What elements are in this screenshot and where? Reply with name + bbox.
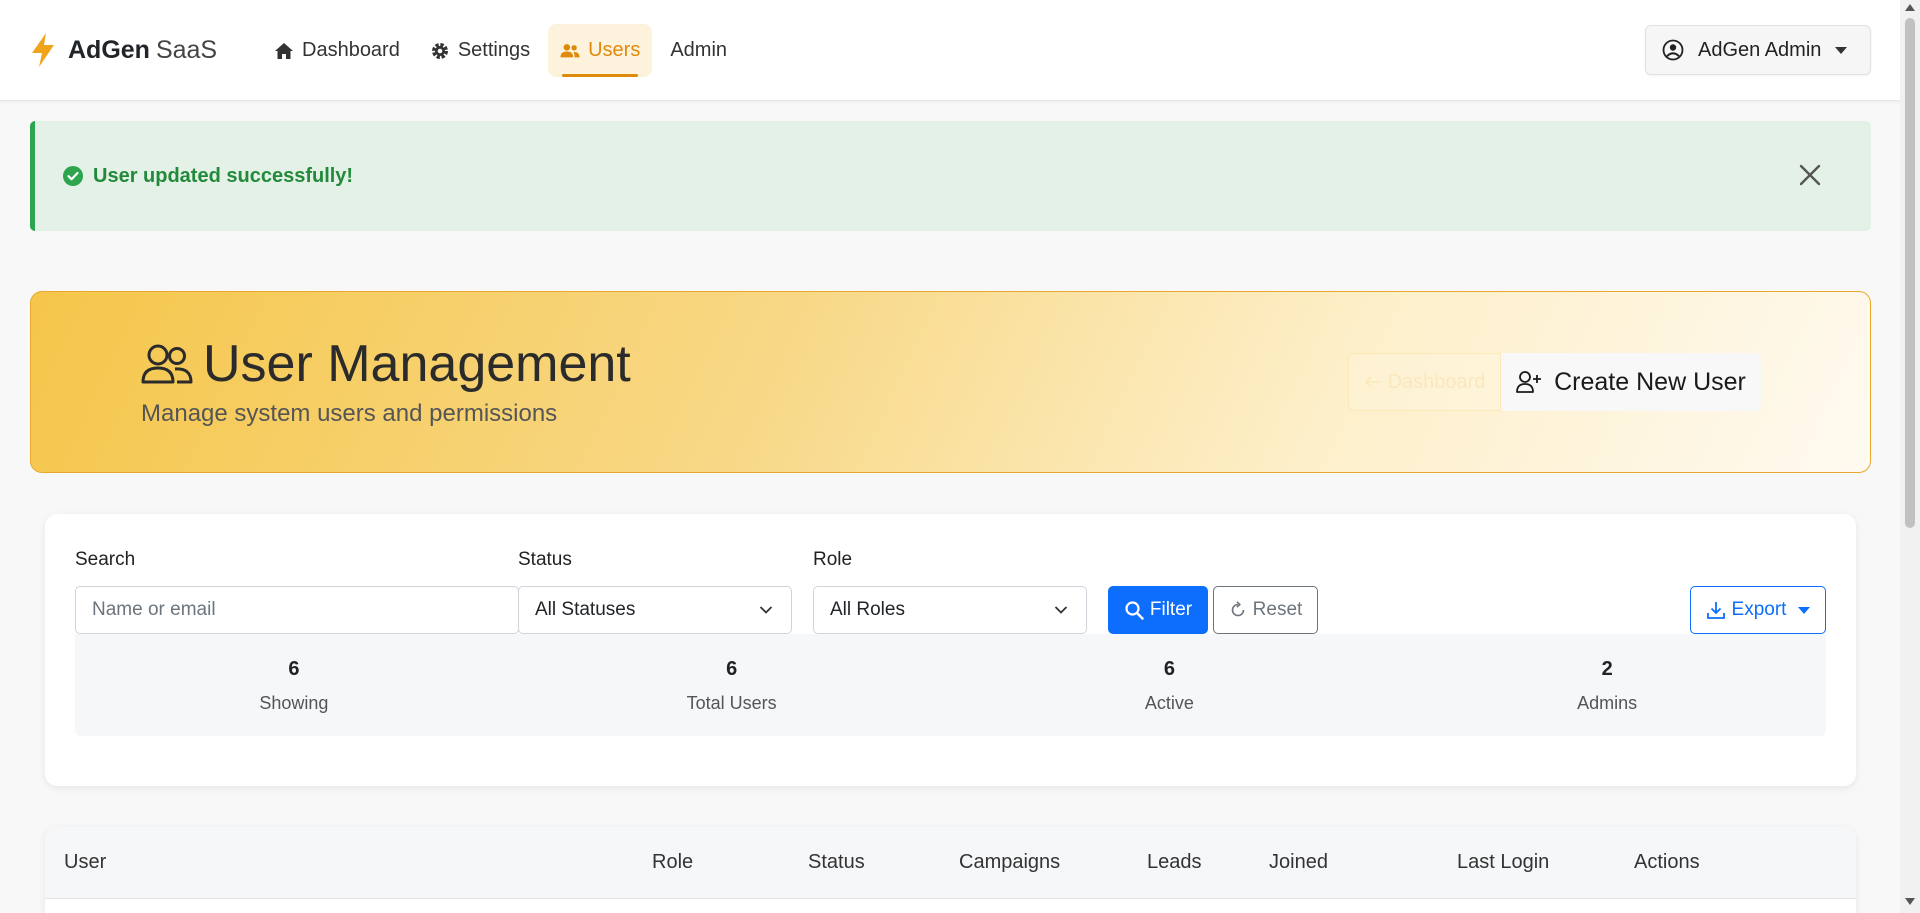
reset-button-label: Reset bbox=[1252, 599, 1303, 620]
page-header-banner: User Management Manage system users and … bbox=[30, 291, 1871, 473]
main-nav: Dashboard Settings Users Admin bbox=[262, 24, 745, 77]
column-header-joined[interactable]: Joined bbox=[1269, 851, 1328, 874]
search-label: Search bbox=[75, 549, 136, 570]
arrow-left-icon bbox=[1364, 376, 1381, 388]
stat-active: 6 Active bbox=[951, 634, 1389, 736]
users-outline-icon bbox=[141, 344, 193, 384]
scroll-up-arrow-icon[interactable] bbox=[1905, 4, 1915, 11]
create-user-label: Create New User bbox=[1554, 367, 1746, 396]
stat-label: Total Users bbox=[686, 693, 777, 713]
column-header-user[interactable]: User bbox=[64, 851, 106, 874]
page-title: User Management bbox=[141, 334, 631, 394]
stat-label: Active bbox=[1144, 693, 1194, 713]
search-icon bbox=[1125, 601, 1144, 620]
nav-item-label: Settings bbox=[457, 39, 531, 61]
search-input[interactable]: Name or email bbox=[75, 586, 519, 634]
nav-item-label: Dashboard bbox=[302, 39, 400, 61]
status-select[interactable]: All Statuses bbox=[518, 586, 792, 634]
chevron-down-icon bbox=[1798, 606, 1811, 614]
table-header: User Role Status Campaigns Leads Joined … bbox=[45, 827, 1856, 899]
lightning-bolt-icon bbox=[32, 33, 54, 67]
gear-icon bbox=[431, 42, 448, 59]
home-icon bbox=[275, 42, 293, 59]
nav-item-users[interactable]: Users bbox=[548, 24, 653, 77]
role-selected-value: All Roles bbox=[830, 599, 905, 620]
column-header-leads[interactable]: Leads bbox=[1147, 851, 1202, 874]
brand-name: AdGen bbox=[68, 35, 150, 64]
user-menu-dropdown[interactable]: AdGen Admin bbox=[1645, 25, 1871, 75]
stat-value: 2 bbox=[1601, 658, 1613, 680]
alert-message: User updated successfully! bbox=[93, 164, 354, 187]
top-navbar: AdGen SaaS Dashboard Settings Users Admi… bbox=[0, 0, 1900, 101]
search-placeholder: Name or email bbox=[92, 599, 216, 620]
stat-showing: 6 Showing bbox=[75, 634, 513, 736]
stat-label: Admins bbox=[1577, 693, 1638, 713]
user-plus-icon bbox=[1516, 371, 1542, 393]
filter-button[interactable]: Filter bbox=[1108, 586, 1208, 634]
export-dropdown-button[interactable]: Export bbox=[1690, 586, 1826, 634]
nav-item-label: Admin bbox=[670, 39, 728, 61]
stat-admins: 2 Admins bbox=[1388, 634, 1826, 736]
brand-logo[interactable]: AdGen SaaS bbox=[30, 33, 217, 67]
column-header-campaigns[interactable]: Campaigns bbox=[959, 851, 1060, 874]
success-alert: User updated successfully! bbox=[30, 121, 1871, 231]
role-label: Role bbox=[813, 549, 853, 570]
header-actions: Dashboard Create New User bbox=[1348, 353, 1761, 411]
status-selected-value: All Statuses bbox=[535, 599, 636, 620]
column-header-role[interactable]: Role bbox=[652, 851, 693, 874]
reset-button[interactable]: Reset bbox=[1213, 586, 1318, 634]
status-label: Status bbox=[518, 549, 572, 570]
download-icon bbox=[1706, 602, 1725, 619]
filter-button-label: Filter bbox=[1149, 599, 1193, 620]
create-user-button[interactable]: Create New User bbox=[1501, 353, 1761, 411]
chevron-down-icon bbox=[1835, 46, 1848, 54]
page-title-text: User Management bbox=[203, 335, 631, 393]
nav-item-dashboard[interactable]: Dashboard bbox=[262, 24, 412, 77]
nav-item-admin[interactable]: Admin bbox=[658, 24, 739, 77]
page-scrollbar[interactable] bbox=[1900, 0, 1920, 913]
stat-label: Showing bbox=[259, 693, 329, 713]
close-icon[interactable] bbox=[1797, 162, 1823, 188]
export-button-label: Export bbox=[1731, 599, 1787, 620]
column-header-last-login[interactable]: Last Login bbox=[1457, 851, 1549, 874]
stat-value: 6 bbox=[726, 658, 738, 680]
scrollbar-thumb[interactable] bbox=[1905, 18, 1915, 528]
chevron-down-icon bbox=[759, 606, 773, 614]
brand-subtitle: SaaS bbox=[155, 35, 218, 64]
filter-card: Search Name or email Status All Statuses… bbox=[45, 514, 1856, 786]
users-icon bbox=[560, 43, 580, 57]
chevron-down-icon bbox=[1054, 606, 1068, 614]
back-to-dashboard-label: Dashboard bbox=[1387, 370, 1486, 393]
back-to-dashboard-button[interactable]: Dashboard bbox=[1348, 353, 1501, 411]
page-subtitle: Manage system users and permissions bbox=[141, 400, 558, 427]
stat-value: 6 bbox=[1163, 658, 1175, 680]
scroll-down-arrow-icon[interactable] bbox=[1905, 898, 1915, 905]
nav-item-settings[interactable]: Settings bbox=[418, 24, 542, 77]
user-menu-label: AdGen Admin bbox=[1698, 38, 1822, 61]
stat-total-users: 6 Total Users bbox=[513, 634, 951, 736]
nav-item-label: Users bbox=[588, 39, 641, 61]
stat-value: 6 bbox=[288, 658, 300, 680]
role-select[interactable]: All Roles bbox=[813, 586, 1087, 634]
column-header-status[interactable]: Status bbox=[808, 851, 865, 874]
refresh-icon bbox=[1231, 601, 1244, 617]
users-table: User Role Status Campaigns Leads Joined … bbox=[45, 827, 1856, 913]
check-circle-icon bbox=[63, 166, 83, 186]
user-stats: 6 Showing 6 Total Users 6 Active 2 Admin… bbox=[75, 634, 1826, 736]
user-circle-icon bbox=[1662, 39, 1684, 61]
column-header-actions: Actions bbox=[1634, 851, 1700, 873]
